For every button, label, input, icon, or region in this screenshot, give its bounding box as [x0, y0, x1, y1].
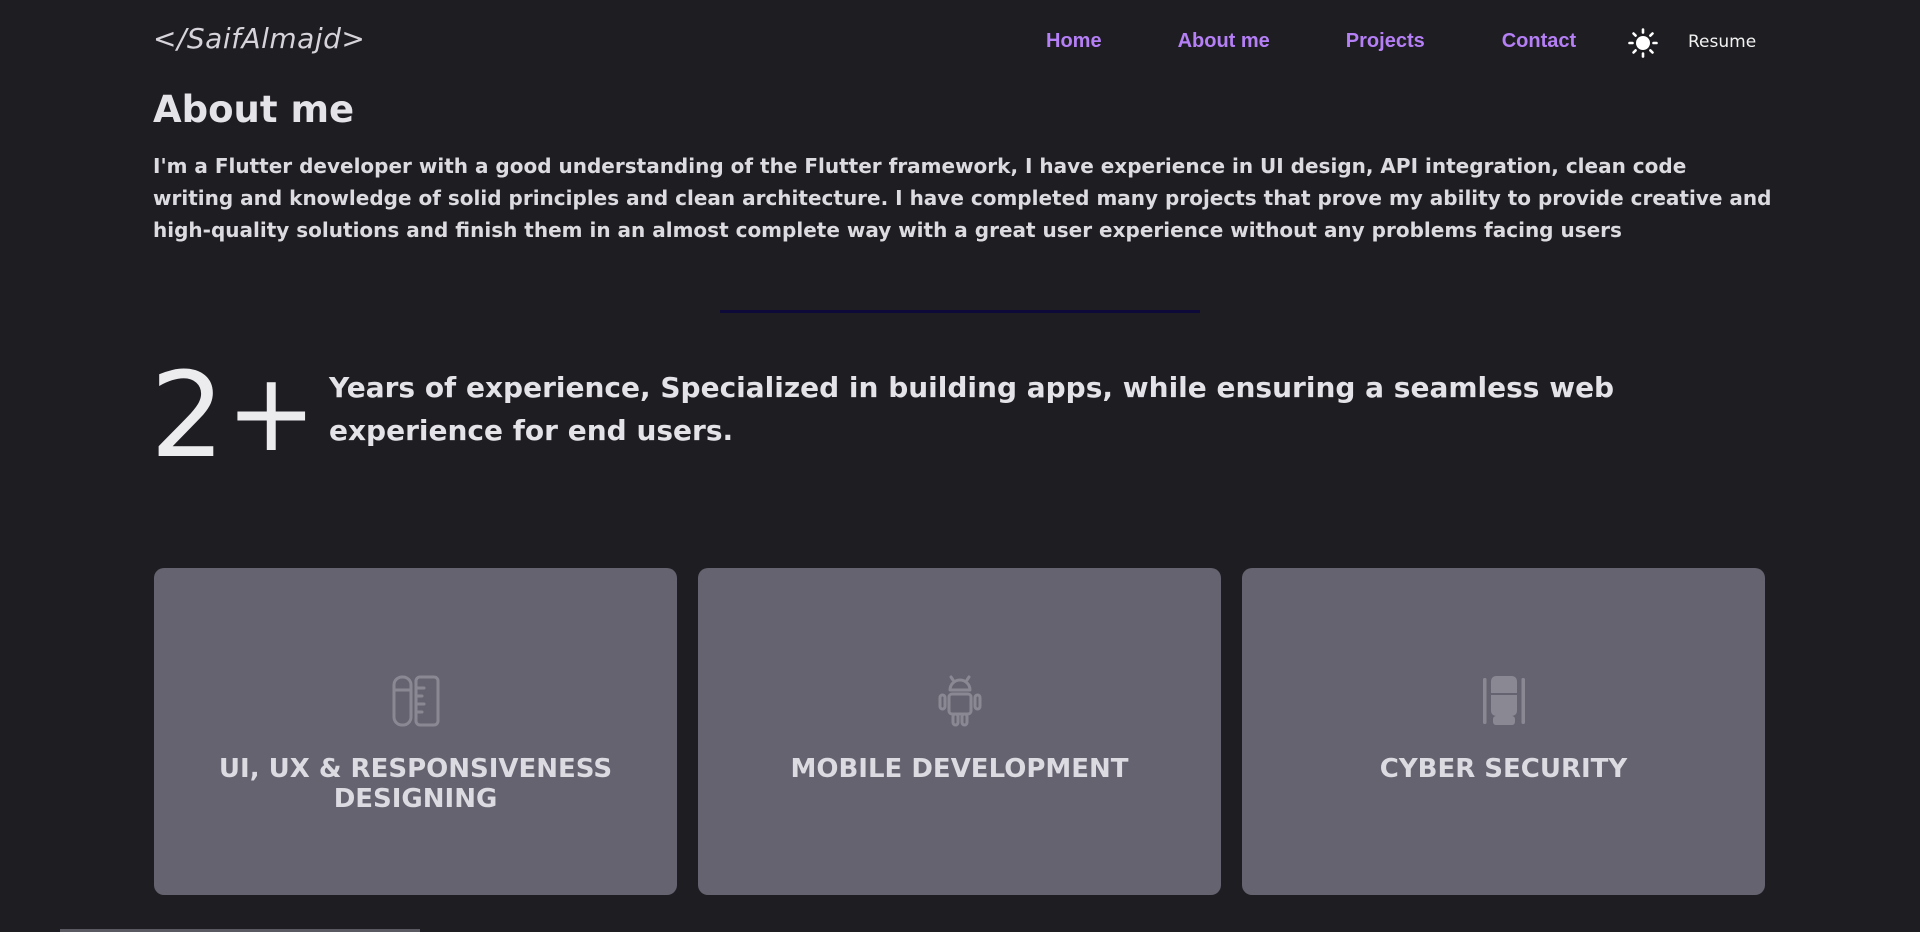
security-chair-icon: [1475, 672, 1533, 730]
about-title: About me: [153, 88, 355, 131]
service-title: UI, UX & RESPONSIVENESS DESIGNING: [218, 754, 613, 814]
experience-text: Years of experience, Specialized in buil…: [329, 371, 1615, 447]
sun-icon[interactable]: [1628, 28, 1658, 58]
page: </SaifAlmajd> Home About me Projects Con…: [0, 0, 1920, 932]
service-card-design[interactable]: UI, UX & RESPONSIVENESS DESIGNING: [154, 568, 677, 895]
years-number: 2: [150, 346, 226, 484]
brand-logo[interactable]: </SaifAlmajd>: [153, 22, 365, 55]
nav-contact-link[interactable]: Contact: [1502, 30, 1576, 53]
section-divider: [720, 310, 1200, 313]
service-title: MOBILE DEVELOPMENT: [790, 754, 1129, 784]
navbar: </SaifAlmajd> Home About me Projects Con…: [0, 0, 1920, 84]
android-icon: [931, 672, 989, 730]
ruler-pencil-icon: [387, 672, 445, 730]
nav-home-link[interactable]: Home: [1046, 30, 1102, 53]
nav-projects-link[interactable]: Projects: [1346, 30, 1425, 53]
service-card-security[interactable]: CYBER SECURITY: [1242, 568, 1765, 895]
service-card-mobile[interactable]: MOBILE DEVELOPMENT: [698, 568, 1221, 895]
nav-about-link[interactable]: About me: [1178, 30, 1270, 53]
resume-link[interactable]: Resume: [1688, 32, 1756, 52]
about-description: I'm a Flutter developer with a good unde…: [153, 154, 1772, 242]
nav-links: Home About me Projects Contact: [1046, 30, 1576, 53]
service-title: CYBER SECURITY: [1379, 754, 1628, 784]
services-cards: UI, UX & RESPONSIVENESS DESIGNING MOBILE…: [154, 568, 1765, 895]
years-plus: +: [226, 351, 317, 476]
